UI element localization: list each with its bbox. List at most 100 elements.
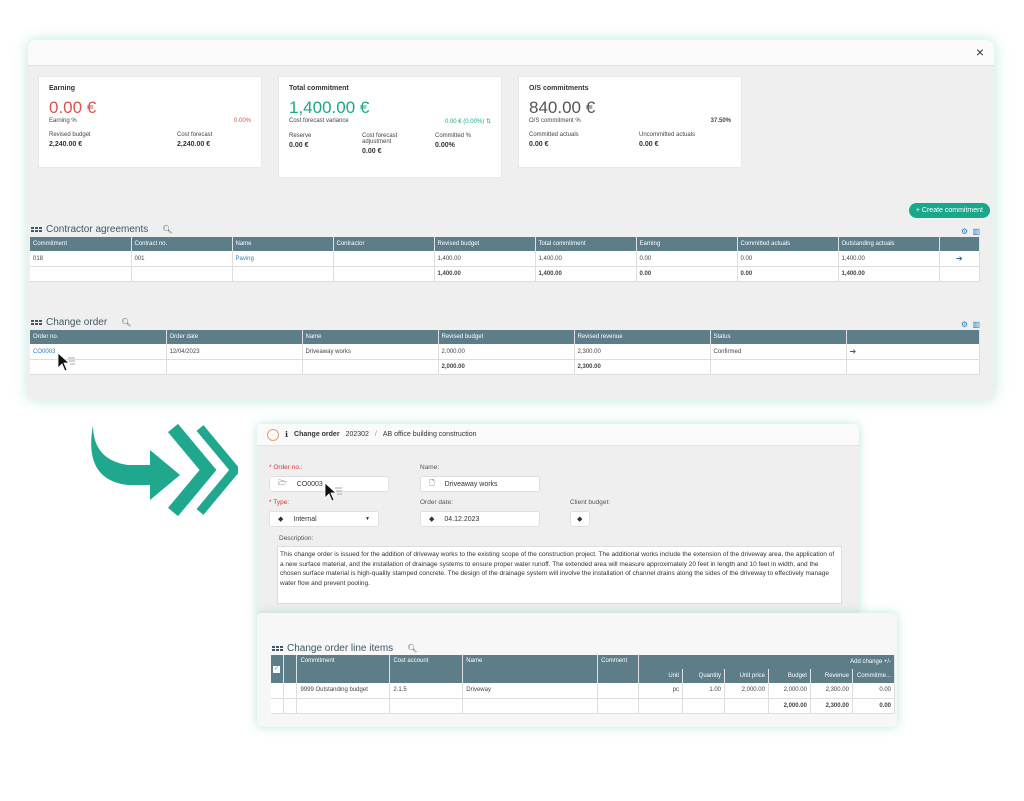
committed-pct-value: 0.00% bbox=[435, 142, 455, 149]
table-row[interactable]: CO0003 12/04/2023 Driveaway works 2,000.… bbox=[30, 344, 980, 360]
contractor-agreements-table: Commitment Contract no. Name Contractor … bbox=[30, 237, 980, 282]
column-header[interactable]: Committed actuals bbox=[737, 237, 839, 251]
column-header[interactable]: Quantity bbox=[682, 669, 726, 683]
cell bbox=[30, 266, 132, 282]
search-icon[interactable]: 🔍︎ bbox=[407, 644, 417, 653]
close-icon[interactable]: × bbox=[976, 44, 984, 60]
row-checkbox[interactable] bbox=[271, 683, 285, 699]
column-header[interactable]: Revised budget bbox=[434, 237, 536, 251]
earning-pct: 0.00% bbox=[233, 118, 251, 124]
type-select[interactable]: ◆ Internal ▼ bbox=[269, 511, 379, 527]
cell bbox=[283, 698, 298, 714]
column-header[interactable]: Name bbox=[462, 655, 599, 683]
cell: 2,000.00 bbox=[438, 344, 575, 360]
table-row[interactable]: 018 001 Paving 1,400.00 1,400.00 0.00 0.… bbox=[30, 251, 980, 267]
order-no-link[interactable]: CO0003 bbox=[30, 344, 167, 360]
column-header[interactable]: Commitment bbox=[296, 655, 391, 683]
type-value: Internal bbox=[293, 515, 317, 523]
total-cell: 1,400.00 bbox=[434, 266, 536, 282]
cell: 2,000.00 bbox=[768, 683, 811, 699]
totals-row: 2,000.00 2,300.00 0.00 bbox=[271, 698, 896, 714]
arrow-right-icon[interactable]: ➔ bbox=[846, 344, 980, 360]
agreement-name-link[interactable]: Paving bbox=[232, 251, 334, 267]
cell bbox=[131, 266, 233, 282]
committed-pct-label: Committed % bbox=[435, 133, 472, 139]
add-change-button[interactable]: Add change +/- bbox=[638, 655, 895, 669]
column-header[interactable]: Outstanding actuals bbox=[838, 237, 940, 251]
cell: 018 bbox=[30, 251, 132, 267]
change-order-line-items-panel: Change order line items 🔍︎ ✓ Commitment … bbox=[257, 613, 897, 727]
info-icon[interactable]: ℹ bbox=[285, 430, 288, 439]
column-header bbox=[283, 655, 298, 683]
total-cell: 0.00 bbox=[737, 266, 839, 282]
column-header[interactable]: Commitme... bbox=[852, 669, 896, 683]
line-items-heading: Change order line items 🔍︎ bbox=[272, 643, 417, 654]
total-cell: 2,000.00 bbox=[438, 359, 575, 375]
variance-value[interactable]: 0.00 € (0.00%) ⇅ bbox=[445, 118, 491, 125]
cell bbox=[283, 683, 298, 699]
column-header[interactable]: Unit price bbox=[724, 669, 769, 683]
cell bbox=[389, 698, 464, 714]
columns-icon[interactable]: ▥ bbox=[972, 320, 980, 329]
column-header-actions bbox=[939, 237, 980, 251]
create-commitment-button[interactable]: + Create commitment bbox=[908, 203, 990, 218]
client-budget-field[interactable]: ◆ bbox=[570, 511, 590, 527]
cell: 2,000.00 bbox=[724, 683, 769, 699]
totals-row: 1,400.00 1,400.00 0.00 0.00 1,400.00 bbox=[30, 266, 980, 282]
panel-titlebar: × bbox=[28, 40, 994, 66]
column-header[interactable]: Revised budget bbox=[438, 330, 575, 344]
reserve-value: 0.00 € bbox=[289, 142, 309, 149]
table-row[interactable]: 9999 Outstanding budget 2.1.5 Driveway p… bbox=[271, 683, 896, 699]
column-header[interactable]: Total commitment bbox=[535, 237, 637, 251]
os-pct: 37.50% bbox=[710, 118, 731, 124]
cell: 0.00 bbox=[636, 251, 738, 267]
earning-value: 0.00 € bbox=[49, 98, 97, 117]
description-textarea[interactable]: This change order is issued for the addi… bbox=[277, 546, 842, 604]
column-header[interactable]: Budget bbox=[768, 669, 811, 683]
column-header[interactable]: Commitment bbox=[30, 237, 132, 251]
column-header[interactable]: Comment bbox=[597, 655, 640, 683]
total-cell: 1,400.00 bbox=[838, 266, 940, 282]
select-all-checkbox[interactable]: ✓ bbox=[271, 655, 285, 683]
column-header[interactable]: Unit bbox=[638, 669, 684, 683]
column-header[interactable]: Contractor bbox=[333, 237, 435, 251]
chevron-down-icon[interactable]: ▼ bbox=[365, 516, 370, 522]
order-date-value: 04.12.2023 bbox=[444, 515, 480, 523]
column-header[interactable]: Earning bbox=[636, 237, 738, 251]
column-header[interactable]: Name bbox=[302, 330, 439, 344]
status-cell: Confirmed bbox=[710, 344, 847, 360]
cell: 12/04/2023 bbox=[166, 344, 303, 360]
revised-budget-value: 2,240.00 € bbox=[49, 141, 83, 148]
column-header[interactable]: Cost account bbox=[389, 655, 464, 683]
column-header[interactable]: Revised revenue bbox=[574, 330, 711, 344]
column-header[interactable]: Order no. bbox=[30, 330, 167, 344]
cell: 0.00 bbox=[852, 683, 896, 699]
cell bbox=[682, 698, 726, 714]
name-field[interactable]: 🗋 Driveaway works bbox=[420, 476, 540, 492]
cost-forecast-value: 2,240.00 € bbox=[177, 141, 211, 148]
column-header[interactable]: Name bbox=[232, 237, 334, 251]
cost-forecast-label: Cost forecast bbox=[177, 132, 213, 138]
cell: 001 bbox=[131, 251, 233, 267]
search-icon[interactable]: 🔍︎ bbox=[121, 318, 131, 327]
gear-icon[interactable]: ⚙ bbox=[961, 227, 968, 236]
client-budget-label: Client budget: bbox=[570, 499, 611, 506]
cell bbox=[271, 698, 285, 714]
tag-icon: ◆ bbox=[278, 516, 284, 523]
column-header[interactable]: Revenue bbox=[810, 669, 853, 683]
column-header[interactable]: Status bbox=[710, 330, 847, 344]
search-icon[interactable]: 🔍︎ bbox=[162, 225, 172, 234]
order-no-value: CO0003 bbox=[296, 480, 323, 488]
total-cell: 0.00 bbox=[636, 266, 738, 282]
arrow-right-icon[interactable]: ➔ bbox=[939, 251, 980, 267]
column-header[interactable]: Contract no. bbox=[131, 237, 233, 251]
table-header-row: ✓ Commitment Cost account Name Comment A… bbox=[271, 655, 895, 683]
uncommitted-actuals-value: 0.00 € bbox=[639, 141, 659, 148]
columns-icon[interactable]: ▥ bbox=[972, 227, 980, 236]
cell bbox=[296, 698, 391, 714]
cell: 1,400.00 bbox=[434, 251, 536, 267]
column-header[interactable]: Order date bbox=[166, 330, 303, 344]
gear-icon[interactable]: ⚙ bbox=[961, 320, 968, 329]
earning-card: Earning 0.00 € Earning % 0.00% Revised b… bbox=[38, 76, 262, 168]
order-date-field[interactable]: ◆ 04.12.2023 bbox=[420, 511, 540, 527]
